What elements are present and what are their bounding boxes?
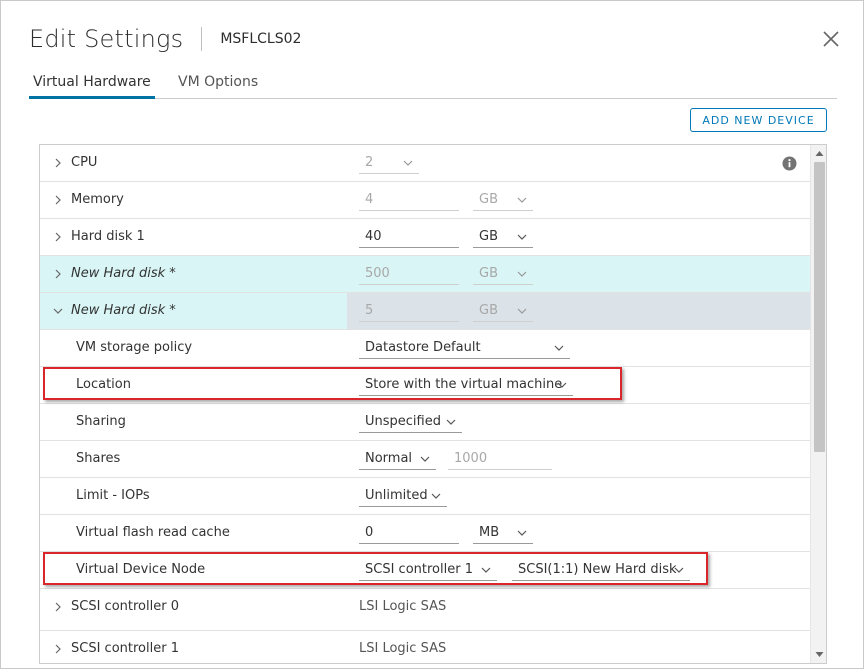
edit-settings-dialog: Edit Settings MSFLCLS02 Virtual Hardware… [0, 0, 864, 669]
hard-disk-1-unit-select[interactable]: GB [473, 226, 533, 248]
chevron-down-icon [517, 271, 527, 277]
new-hard-disk-a-size-input: 500 [359, 263, 459, 285]
dialog-header: Edit Settings MSFLCLS02 [29, 23, 301, 55]
device-node-slot-value: SCSI(1:1) New Hard disk [518, 562, 677, 577]
sharing-value: Unspecified [365, 414, 441, 429]
add-new-device-button[interactable]: ADD NEW DEVICE [690, 108, 827, 132]
flash-cache-unit: MB [479, 525, 500, 540]
tab-virtual-hardware[interactable]: Virtual Hardware [29, 71, 155, 99]
location-value: Store with the virtual machine [365, 377, 563, 392]
new-hard-disk-b-unit-select: GB [473, 300, 533, 322]
setting-row-limit-iops: Limit - IOPs Unlimited [40, 478, 810, 515]
shares-level-select[interactable]: Normal [359, 448, 436, 470]
limit-iops-value: Unlimited [365, 488, 428, 503]
shares-value-input: 1000 [448, 448, 552, 470]
info-icon[interactable] [782, 156, 797, 171]
hard-disk-1-size-input[interactable]: 40 [359, 226, 459, 248]
memory-input: 4 [359, 189, 459, 211]
chevron-right-icon[interactable] [53, 158, 63, 168]
chevron-right-icon[interactable] [53, 269, 63, 279]
sharing-label: Sharing [76, 414, 126, 429]
flash-cache-label: Virtual flash read cache [76, 525, 230, 540]
limit-iops-label: Limit - IOPs [76, 488, 150, 503]
new-hard-disk-b-unit: GB [479, 303, 498, 318]
device-node-label: Virtual Device Node [76, 562, 206, 577]
chevron-down-icon [481, 567, 491, 573]
storage-policy-select[interactable]: Datastore Default [359, 337, 570, 359]
storage-policy-label: VM storage policy [76, 340, 193, 355]
sharing-select[interactable]: Unspecified [359, 411, 462, 433]
chevron-down-icon [554, 345, 564, 351]
hardware-list-scrollbar[interactable] [810, 145, 826, 663]
setting-row-location: Location Store with the virtual machine [40, 367, 810, 404]
scsi-controller-1-type: LSI Logic SAS [359, 641, 447, 656]
chevron-right-icon[interactable] [53, 644, 63, 654]
memory-unit-select: GB [473, 189, 533, 211]
new-hard-disk-b-size-input: 5 [359, 300, 459, 322]
chevron-down-icon [674, 567, 684, 573]
new-hard-disk-b-label: New Hard disk * [71, 303, 176, 318]
scsi-controller-0-label: SCSI controller 0 [71, 599, 179, 614]
hardware-row-memory[interactable]: Memory 4 GB [40, 182, 810, 219]
chevron-right-icon[interactable] [53, 232, 63, 242]
chevron-down-icon [517, 234, 527, 240]
storage-policy-value: Datastore Default [365, 340, 481, 355]
close-icon[interactable] [819, 27, 843, 51]
hard-disk-1-unit: GB [479, 229, 498, 244]
chevron-right-icon[interactable] [53, 602, 63, 612]
new-hard-disk-a-label: New Hard disk * [71, 266, 176, 281]
scroll-up-icon[interactable] [815, 150, 824, 157]
memory-label: Memory [71, 192, 124, 207]
shares-level-value: Normal [365, 451, 413, 466]
location-label: Location [76, 377, 131, 392]
dialog-title: Edit Settings [29, 25, 184, 53]
hardware-row-hard-disk-1[interactable]: Hard disk 1 40 GB [40, 219, 810, 256]
setting-row-device-node: Virtual Device Node SCSI controller 1 SC… [40, 552, 810, 589]
chevron-down-icon [517, 308, 527, 314]
setting-row-shares: Shares Normal 1000 [40, 441, 810, 478]
device-node-controller-value: SCSI controller 1 [365, 562, 473, 577]
chevron-down-icon [446, 419, 456, 425]
tab-bar: Virtual Hardware VM Options [29, 71, 837, 99]
cpu-select: 2 [359, 152, 419, 174]
flash-cache-unit-select[interactable]: MB [473, 522, 533, 544]
location-select[interactable]: Store with the virtual machine [359, 374, 573, 396]
chevron-down-icon [420, 456, 430, 462]
setting-row-sharing: Sharing Unspecified [40, 404, 810, 441]
chevron-right-icon[interactable] [53, 195, 63, 205]
hardware-list: CPU 2 Memory 4 GB Hard disk 1 40 GB New … [39, 144, 827, 664]
memory-unit: GB [479, 192, 498, 207]
scroll-down-icon[interactable] [815, 651, 824, 658]
hardware-row-scsi-controller-0[interactable]: SCSI controller 0 LSI Logic SAS [40, 589, 810, 631]
scrollbar-thumb[interactable] [814, 162, 825, 452]
hard-disk-1-label: Hard disk 1 [71, 229, 145, 244]
device-node-slot-select[interactable]: SCSI(1:1) New Hard disk [512, 559, 690, 581]
new-hard-disk-a-unit: GB [479, 266, 498, 281]
vm-name: MSFLCLS02 [220, 31, 302, 47]
chevron-down-icon [557, 382, 567, 388]
hardware-row-new-hard-disk-b[interactable]: New Hard disk * 5 GB [40, 293, 810, 330]
hardware-row-new-hard-disk-a[interactable]: New Hard disk * 500 GB [40, 256, 810, 293]
chevron-down-icon [517, 197, 527, 203]
device-node-controller-select[interactable]: SCSI controller 1 [359, 559, 497, 581]
chevron-down-icon[interactable] [53, 306, 63, 316]
scsi-controller-1-label: SCSI controller 1 [71, 641, 179, 656]
shares-label: Shares [76, 451, 121, 466]
setting-row-flash-cache: Virtual flash read cache 0 MB [40, 515, 810, 552]
cpu-value: 2 [365, 155, 374, 170]
hardware-row-scsi-controller-1[interactable]: SCSI controller 1 LSI Logic SAS [40, 631, 810, 663]
limit-iops-select[interactable]: Unlimited [359, 485, 447, 507]
tab-vm-options[interactable]: VM Options [174, 71, 262, 99]
setting-row-storage-policy: VM storage policy Datastore Default [40, 330, 810, 367]
chevron-down-icon [517, 530, 527, 536]
new-hard-disk-a-unit-select: GB [473, 263, 533, 285]
chevron-down-icon [403, 160, 413, 166]
flash-cache-input[interactable]: 0 [359, 522, 459, 544]
chevron-down-icon [431, 493, 441, 499]
cpu-label: CPU [71, 155, 98, 170]
scsi-controller-0-type: LSI Logic SAS [359, 599, 447, 614]
hardware-row-cpu[interactable]: CPU 2 [40, 145, 810, 182]
title-separator [201, 27, 203, 51]
